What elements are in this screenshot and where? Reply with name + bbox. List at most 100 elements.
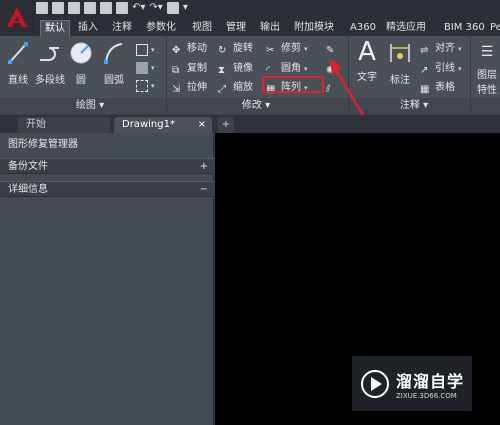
trim-icon: ✂	[266, 45, 275, 56]
trim-button[interactable]: ✂ 修剪 ▾	[266, 41, 308, 57]
arc-button[interactable]: 圆弧	[100, 40, 128, 86]
ribbon: 直线 多段线 圆 圆弧 ▾ ▾ ▾ 绘图 ▾ ✥ 移动 ↻ 旋转 ✂ 修剪 ▾ ✎ ⧉ 复…	[0, 36, 500, 114]
move-button[interactable]: ✥ 移动	[172, 41, 207, 57]
save-as-icon[interactable]	[84, 2, 96, 14]
polyline-button[interactable]: 多段线	[34, 40, 66, 86]
leader-button[interactable]: ↗ 引线 ▾	[420, 61, 462, 77]
mirror-icon: ⧗	[218, 65, 226, 76]
tab-addins[interactable]: 附加模块	[290, 20, 338, 36]
watermark: 溜溜自学 ZIXUE.3D66.COM	[352, 356, 472, 411]
table-icon: ▦	[420, 84, 430, 95]
stretch-button[interactable]: ⇲ 拉伸	[172, 80, 207, 96]
tab-manage[interactable]: 管理	[222, 20, 250, 36]
backup-files-section[interactable]: 备份文件 +	[0, 158, 214, 174]
tab-view[interactable]: 视图	[188, 20, 216, 36]
tab-performance[interactable]: Perfo	[486, 20, 500, 36]
fillet-button[interactable]: ◜ 圆角 ▾	[266, 61, 308, 77]
new-icon[interactable]	[36, 2, 48, 14]
tab-default[interactable]: 默认	[40, 20, 70, 36]
details-section[interactable]: 详细信息 −	[0, 181, 214, 197]
collapse-icon[interactable]: −	[200, 182, 208, 198]
circle-icon	[70, 42, 92, 64]
region-button[interactable]: ▾	[136, 78, 155, 94]
plot-icon[interactable]	[116, 2, 128, 14]
tab-parametric[interactable]: 参数化	[142, 20, 180, 36]
stretch-icon: ⇲	[172, 84, 181, 95]
drawing-recovery-palette: 图形修复管理器 备份文件 + 详细信息 −	[0, 133, 214, 425]
annotation-panel-title[interactable]: 注释 ▾	[384, 99, 444, 113]
panel-separator	[166, 36, 167, 114]
tab-start[interactable]: 开始	[18, 117, 110, 133]
details-label: 详细信息	[8, 184, 48, 195]
drawing-tab-label: Drawing1*	[122, 119, 175, 130]
dimension-button[interactable]: 标注	[386, 40, 414, 86]
line-label: 直线	[8, 75, 28, 86]
save-icon[interactable]	[68, 2, 80, 14]
close-tab-icon[interactable]: ×	[198, 117, 206, 133]
circle-button[interactable]: 圆	[68, 40, 94, 86]
align-icon: ⇌	[420, 45, 429, 56]
tab-insert[interactable]: 插入	[74, 20, 102, 36]
open-icon[interactable]	[52, 2, 64, 14]
dimension-icon	[390, 44, 410, 62]
dimension-label: 标注	[390, 75, 410, 86]
watermark-logo-icon	[361, 369, 389, 398]
hatch-button[interactable]: ▾	[136, 60, 155, 76]
tab-annotate[interactable]: 注释	[108, 20, 136, 36]
line-button[interactable]: 直线	[4, 40, 32, 86]
web-icon[interactable]	[100, 2, 112, 14]
arc-icon	[104, 43, 123, 64]
align-button[interactable]: ⇌ 对齐 ▾	[420, 41, 462, 57]
ribbon-tabs: 默认 插入 注释 参数化 视图 管理 输出 附加模块 A360 精选应用 BIM…	[0, 20, 500, 36]
region-icon	[136, 80, 148, 92]
tab-bim360[interactable]: BIM 360	[440, 20, 489, 36]
arc-label: 圆弧	[104, 75, 124, 86]
tab-featured-apps[interactable]: 精选应用	[382, 20, 430, 36]
erase-icon: ✎	[326, 45, 335, 56]
add-tab-button[interactable]: +	[218, 117, 234, 133]
leader-icon: ↗	[420, 65, 429, 76]
table-button[interactable]: ▦ 表格	[420, 80, 455, 96]
watermark-name: 溜溜自学	[396, 371, 465, 391]
scale-button[interactable]: ⤢ 缩放	[218, 80, 253, 96]
expand-icon[interactable]: +	[200, 159, 208, 175]
rotate-button[interactable]: ↻ 旋转	[218, 41, 253, 57]
copy-button[interactable]: ⧉ 复制	[172, 61, 207, 77]
panel-separator	[470, 36, 471, 114]
modify-panel-title[interactable]: 修改 ▾	[226, 99, 286, 113]
move-icon: ✥	[172, 45, 181, 56]
application-menu-button[interactable]	[0, 0, 34, 34]
trim-highlight-box	[262, 76, 324, 93]
backup-files-label: 备份文件	[8, 161, 48, 172]
draw-panel-title[interactable]: 绘图 ▾	[60, 99, 120, 113]
title-bar: ↶▾ ↷▾ ▾	[0, 0, 500, 20]
fillet-icon: ◜	[266, 65, 270, 76]
hatch-icon	[136, 62, 148, 74]
rectangle-button[interactable]: ▾	[136, 42, 155, 58]
circle-label: 圆	[76, 75, 86, 86]
share-icon[interactable]	[166, 2, 179, 14]
line-icon	[8, 42, 28, 64]
layer-props-label-line1: 图层	[477, 70, 497, 81]
tab-drawing1[interactable]: Drawing1* ×	[114, 117, 212, 133]
tab-a360[interactable]: A360	[346, 20, 380, 36]
undo-icon[interactable]: ↶▾	[132, 2, 145, 14]
mirror-button[interactable]: ⧗ 镜像	[218, 61, 253, 77]
rectangle-icon	[136, 44, 148, 56]
customize-qat-icon[interactable]: ▾	[183, 2, 188, 14]
layer-props-label-line2: 特性	[477, 85, 497, 96]
autocad-logo-icon	[6, 7, 27, 27]
copy-icon: ⧉	[172, 65, 180, 76]
redo-icon[interactable]: ↷▾	[149, 2, 162, 14]
polyline-icon	[40, 47, 59, 61]
watermark-url: ZIXUE.3D66.COM	[396, 391, 457, 400]
file-tabs-bar: 开始 Drawing1* × +	[0, 115, 500, 133]
palette-title: 图形修复管理器	[8, 139, 78, 150]
scale-icon: ⤢	[218, 84, 226, 95]
quick-access-toolbar: ↶▾ ↷▾ ▾	[36, 2, 188, 14]
layer-stack-icon: ☰	[480, 44, 494, 60]
tab-output[interactable]: 输出	[256, 20, 284, 36]
polyline-label: 多段线	[35, 75, 65, 86]
rotate-icon: ↻	[218, 45, 227, 56]
layer-properties-button[interactable]: ☰ 图层 特性	[474, 40, 500, 96]
